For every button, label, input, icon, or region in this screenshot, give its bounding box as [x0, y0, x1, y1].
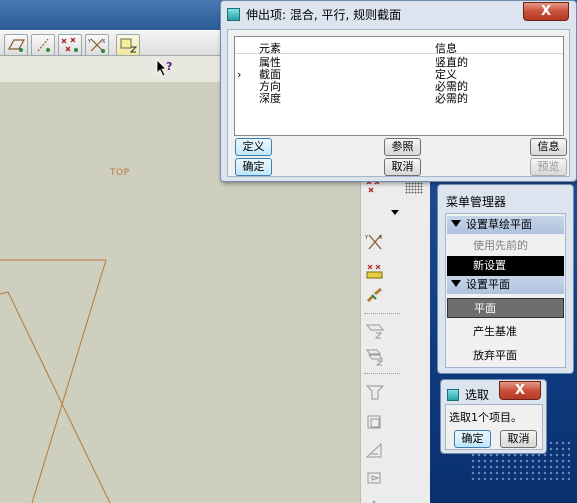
toolbar-grip[interactable] [405, 182, 423, 194]
feature-element-dialog: 伸出项: 混合, 平行, 规则截面 X 元素 信息 属性 竖直的 › 截面 定义… [220, 0, 577, 182]
element-name: 深度 [259, 92, 281, 105]
element-list-header: 元素 信息 [235, 37, 563, 55]
preview-button: 预览 [530, 158, 567, 176]
svg-text:X: X [102, 39, 106, 45]
select-ok-button[interactable]: 确定 [454, 430, 491, 448]
view-top-label: TOP [110, 168, 130, 178]
csys-tool-icon[interactable]: YX [364, 232, 386, 252]
collapse-triangle-icon [451, 280, 461, 287]
menu-item-use-previous: 使用先前的 [473, 239, 528, 252]
chain-link-icon[interactable] [364, 286, 386, 306]
menu-item-plane[interactable]: 平面 [447, 298, 564, 318]
select-close-button[interactable]: X [499, 381, 541, 400]
sweep-tool-icon[interactable] [364, 496, 386, 503]
svg-text:X: X [379, 235, 383, 241]
row-marker: › [237, 68, 242, 81]
select-dialog-body: 选取1个项目。 确定 取消 [445, 404, 543, 450]
menu-header-setup-plane[interactable]: 设置平面 [447, 276, 564, 294]
axis-icon [37, 38, 50, 52]
datum-toolbar: YX [0, 30, 220, 56]
datum-layer-icon [120, 38, 138, 53]
dialog-body: 元素 信息 属性 竖直的 › 截面 定义 方向 必需的 深度 必需的 定义 参照… [227, 29, 570, 177]
draft-tool-icon[interactable] [364, 382, 386, 402]
help-cursor-icon[interactable]: ? [155, 58, 177, 78]
select-dialog-title: 选取 [465, 388, 490, 402]
menu-manager-title: 菜单管理器 [446, 195, 507, 209]
datum-plane-button[interactable] [4, 34, 28, 56]
column-header-element: 元素 [259, 42, 281, 55]
menu-manager: 菜单管理器 设置草绘平面 使用先前的 新设置 设置平面 平面 产生基准 放弃平面 [437, 184, 574, 374]
define-button[interactable]: 定义 [235, 138, 272, 156]
reference-button[interactable]: 参照 [384, 138, 421, 156]
collapse-triangle-icon [451, 220, 461, 227]
datum-plane-offset-icon[interactable] [364, 346, 386, 366]
toolbar-separator [364, 373, 400, 374]
revolve-tool-icon[interactable] [364, 468, 386, 488]
menu-header-sketch-plane[interactable]: 设置草绘平面 [447, 216, 564, 234]
element-info: 必需的 [435, 92, 468, 105]
datum-point-button[interactable] [58, 34, 82, 56]
select-cancel-button[interactable]: 取消 [500, 430, 537, 448]
info-button[interactable]: 信息 [530, 138, 567, 156]
plane-icon [7, 39, 26, 52]
analysis-tool-icon[interactable] [364, 260, 386, 280]
element-row[interactable]: 深度 必需的 [235, 93, 563, 105]
rib-tool-icon[interactable] [364, 440, 386, 460]
shell-tool-icon[interactable] [364, 412, 386, 432]
dialog-title: 伸出项: 混合, 平行, 规则截面 [246, 8, 402, 22]
point-icon [61, 37, 78, 52]
datum-csys-button[interactable]: YX [85, 34, 109, 56]
cancel-button[interactable]: 取消 [384, 158, 421, 176]
element-row[interactable]: 方向 必需的 [235, 81, 563, 93]
element-row[interactable]: › 截面 定义 [235, 69, 563, 81]
csys-icon: YX [87, 38, 106, 53]
select-dialog: 选取 X 选取1个项目。 确定 取消 [440, 379, 547, 454]
menu-manager-body: 设置草绘平面 使用先前的 新设置 设置平面 平面 产生基准 放弃平面 [445, 213, 566, 368]
datum-layer-button[interactable] [116, 34, 140, 56]
svg-text:Y: Y [364, 235, 369, 241]
element-row[interactable]: 属性 竖直的 [235, 57, 563, 69]
menu-item-make-datum[interactable]: 产生基准 [447, 322, 564, 342]
select-message: 选取1个项目。 [449, 411, 522, 424]
element-list[interactable]: 元素 信息 属性 竖直的 › 截面 定义 方向 必需的 深度 必需的 [234, 36, 564, 136]
datum-plane-tool-icon[interactable] [364, 320, 386, 340]
menu-item-new-setup[interactable]: 新设置 [447, 256, 564, 276]
svg-text:?: ? [166, 60, 172, 73]
ok-button[interactable]: 确定 [235, 158, 272, 176]
column-header-info: 信息 [435, 42, 457, 55]
datum-axis-button[interactable] [31, 34, 55, 56]
dialog-app-icon [447, 389, 459, 401]
dialog-app-icon [227, 8, 240, 21]
right-feature-toolbar: YX [360, 160, 430, 503]
dropdown-arrow-icon[interactable] [391, 210, 399, 215]
close-button[interactable]: X [523, 2, 569, 21]
menu-item-quit-plane[interactable]: 放弃平面 [447, 346, 564, 366]
toolbar-separator [364, 313, 400, 314]
